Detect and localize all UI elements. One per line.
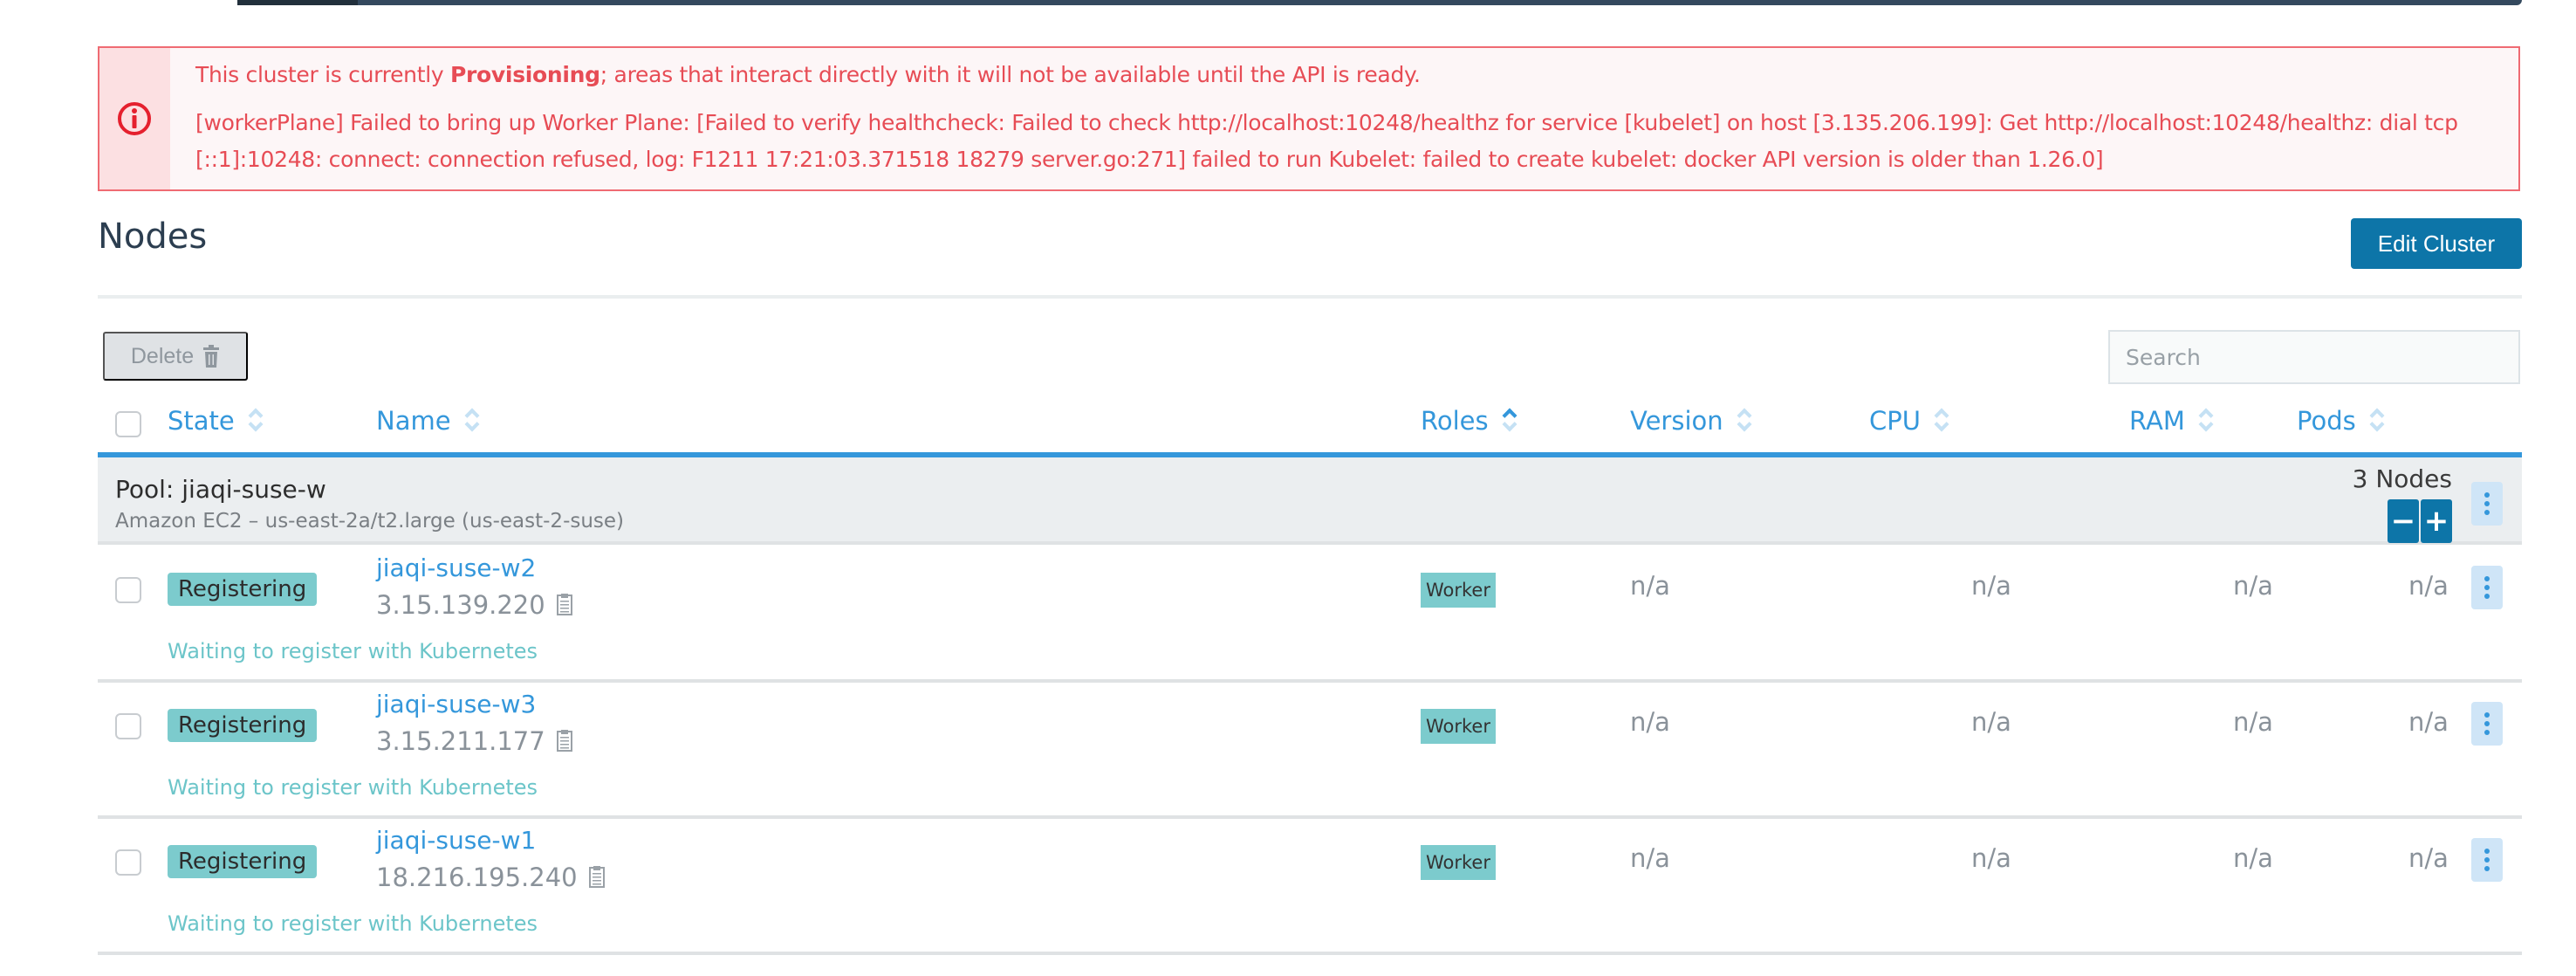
pool-actions-menu-button[interactable] [2471,482,2503,526]
table-row: Registering jiaqi-suse-w1 18.216.195.240… [98,819,2522,955]
node-status-message: Waiting to register with Kubernetes [168,775,538,800]
role-badge: Worker [1421,573,1496,608]
column-header-version[interactable]: Version [1630,405,1753,436]
info-circle-icon [118,102,151,135]
column-header-ram-label: RAM [2129,406,2185,436]
pool-name: Pool: jiaqi-suse-w [115,475,326,504]
column-header-name-label: Name [376,406,451,436]
node-name-link[interactable]: jiaqi-suse-w1 [376,826,536,855]
node-ip-text: 3.15.139.220 [376,590,545,620]
alert-status-suffix: ; areas that interact directly with it w… [599,62,1421,87]
node-status-message: Waiting to register with Kubernetes [168,639,538,663]
state-badge: Registering [168,709,318,742]
column-header-cpu-label: CPU [1869,406,1921,436]
trash-icon [203,345,220,368]
version-value: n/a [1630,843,1670,873]
pool-node-count: 3 Nodes [2352,464,2452,493]
version-value: n/a [1630,707,1670,737]
provisioning-error-alert: This cluster is currently Provisioning; … [98,46,2520,191]
select-all-checkbox[interactable] [115,411,141,437]
pool-scale-controls: − + [2388,499,2452,543]
role-badge: Worker [1421,709,1496,744]
search-input[interactable] [2108,330,2520,384]
alert-error-line-1: [workerPlane] Failed to bring up Worker … [195,110,2458,135]
pods-value: n/a [2408,571,2449,601]
node-name-link[interactable]: jiaqi-suse-w3 [376,690,536,718]
node-ip: 3.15.211.177 [376,726,575,756]
pool-description: Amazon EC2 – us-east-2a/t2.large (us-eas… [115,510,625,533]
column-header-pods-label: Pods [2297,406,2356,436]
pods-value: n/a [2408,843,2449,873]
alert-status-message: This cluster is currently Provisioning; … [195,62,1421,87]
more-vertical-icon [2484,712,2490,718]
scale-up-button[interactable]: + [2421,499,2452,543]
delete-button[interactable]: Delete [103,332,248,381]
sort-icon [2368,405,2386,436]
alert-icon-column [99,48,170,189]
column-header-state[interactable]: State [168,405,264,436]
node-ip: 3.15.139.220 [376,590,575,620]
clipboard-copy-icon[interactable] [556,592,575,618]
more-vertical-icon [2484,849,2490,854]
clipboard-copy-icon[interactable] [588,864,607,890]
version-value: n/a [1630,571,1670,601]
row-checkbox[interactable] [115,577,141,603]
column-header-roles[interactable]: Roles [1421,405,1518,436]
clipboard-copy-icon[interactable] [556,728,575,754]
scale-down-button[interactable]: − [2388,499,2419,543]
edit-cluster-button[interactable]: Edit Cluster [2351,218,2522,269]
node-name-link[interactable]: jiaqi-suse-w2 [376,553,536,582]
row-actions-menu-button[interactable] [2471,838,2503,882]
alert-error-line-2: [::1]:10248: connect: connection refused… [195,147,2104,172]
sort-ascending-icon [1501,405,1518,436]
top-navigation-bar [237,0,2522,5]
node-pool-row: Pool: jiaqi-suse-w Amazon EC2 – us-east-… [98,457,2522,545]
sort-icon [2197,405,2215,436]
state-badge: Registering [168,845,318,878]
delete-button-label: Delete [130,343,195,368]
column-header-cpu[interactable]: CPU [1869,405,1950,436]
more-vertical-icon [2484,492,2490,498]
column-header-version-label: Version [1630,406,1723,436]
node-ip: 18.216.195.240 [376,863,607,892]
column-header-state-label: State [168,406,235,436]
role-badge: Worker [1421,845,1496,880]
table-row: Registering jiaqi-suse-w2 3.15.139.220 W… [98,546,2522,683]
sort-icon [1933,405,1950,436]
node-ip-text: 18.216.195.240 [376,863,578,892]
row-actions-menu-button[interactable] [2471,702,2503,746]
cpu-value: n/a [1971,843,2011,873]
column-header-ram[interactable]: RAM [2129,405,2215,436]
column-header-name[interactable]: Name [376,405,481,436]
table-row: Registering jiaqi-suse-w3 3.15.211.177 W… [98,683,2522,819]
header-divider [98,295,2522,299]
more-vertical-icon [2484,576,2490,581]
column-header-pods[interactable]: Pods [2297,405,2386,436]
cpu-value: n/a [1971,571,2011,601]
ram-value: n/a [2233,571,2273,601]
ram-value: n/a [2233,843,2273,873]
alert-status-prefix: This cluster is currently [195,62,450,87]
sort-icon [463,405,481,436]
pods-value: n/a [2408,707,2449,737]
row-checkbox[interactable] [115,713,141,739]
column-header-roles-label: Roles [1421,406,1489,436]
sort-icon [247,405,264,436]
sort-icon [1736,405,1753,436]
node-ip-text: 3.15.211.177 [376,726,545,756]
top-navigation-bar-left-segment [237,0,358,5]
row-checkbox[interactable] [115,849,141,876]
row-actions-menu-button[interactable] [2471,566,2503,609]
alert-status-value: Provisioning [450,62,600,87]
node-status-message: Waiting to register with Kubernetes [168,911,538,936]
cpu-value: n/a [1971,707,2011,737]
ram-value: n/a [2233,707,2273,737]
page-title: Nodes [98,217,208,257]
state-badge: Registering [168,573,318,606]
